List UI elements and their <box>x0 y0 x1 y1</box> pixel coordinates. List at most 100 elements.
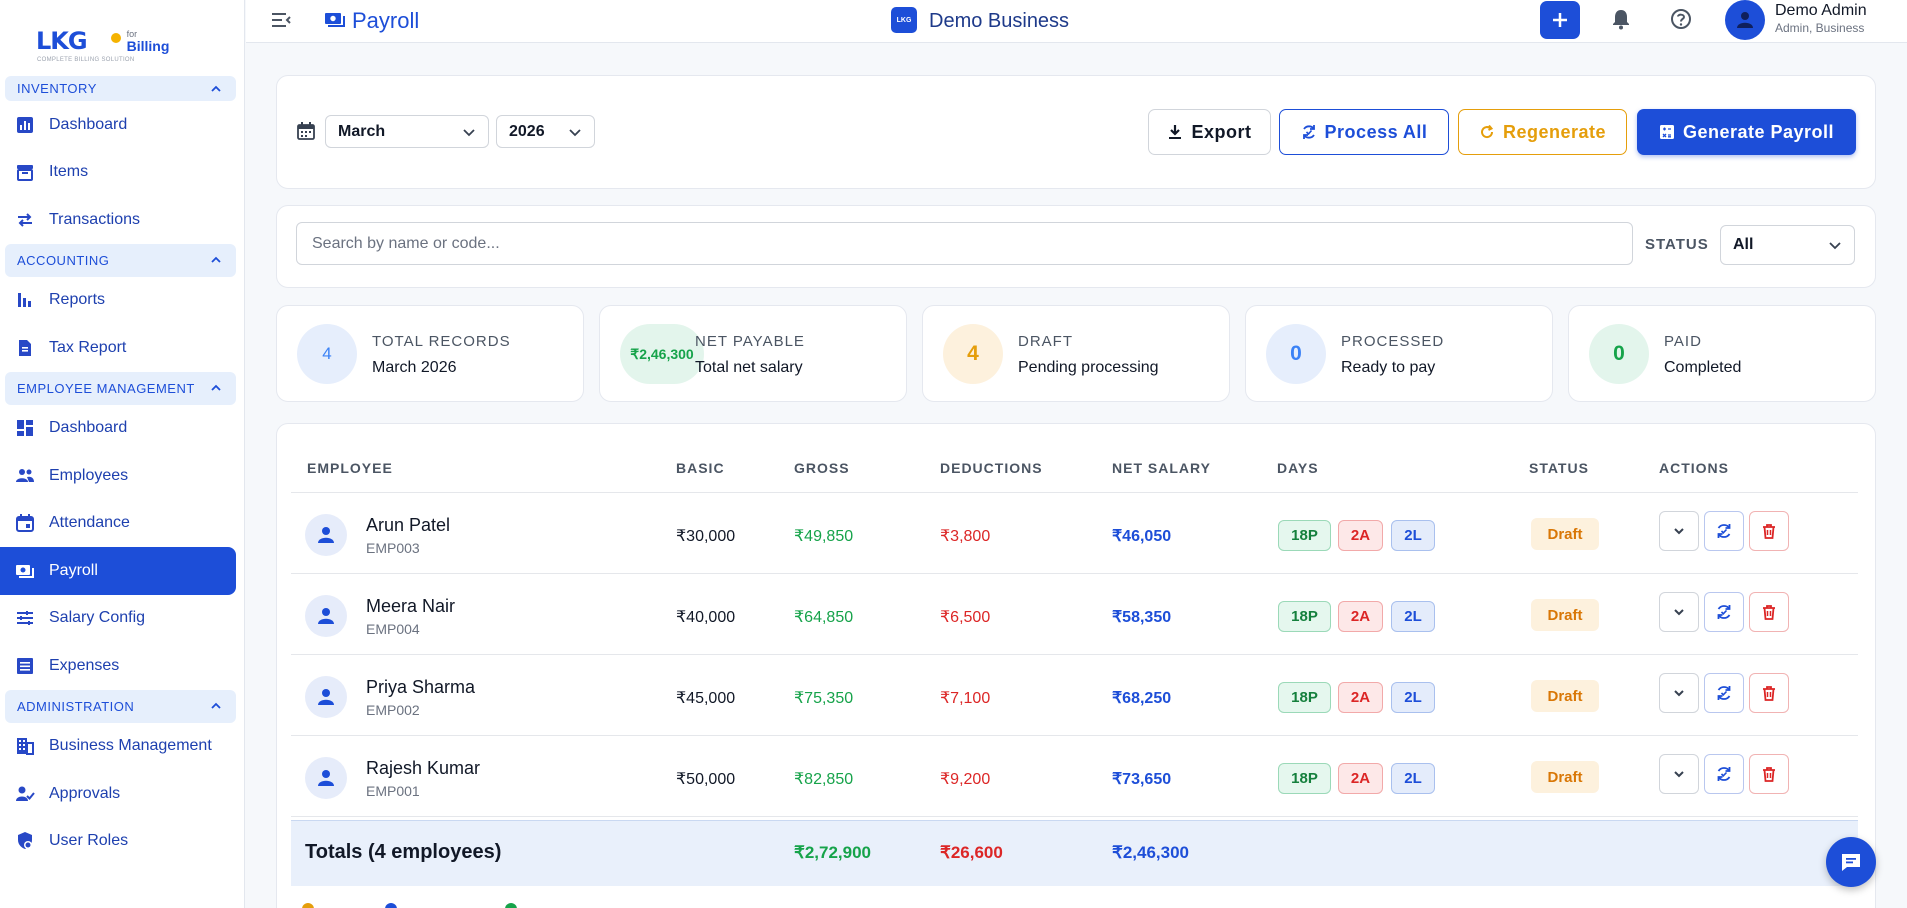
totals-net: ₹2,46,300 <box>1112 843 1189 862</box>
bar-chart-icon <box>18 293 31 308</box>
employee-name[interactable]: Priya Sharma <box>366 677 475 698</box>
export-button[interactable]: Export <box>1148 109 1271 155</box>
user-icon <box>318 689 334 705</box>
sidebar-item-expenses[interactable]: Expenses <box>0 642 236 690</box>
stat-label: TOTAL RECORDS <box>372 333 511 350</box>
list-icon <box>17 657 33 674</box>
logo[interactable]: LKG for Billing COMPLETE BILLING SOLUTIO… <box>0 0 244 82</box>
search-input[interactable] <box>296 222 1633 265</box>
delete-button[interactable] <box>1749 754 1789 794</box>
delete-button[interactable] <box>1749 511 1789 551</box>
sidebar-item-employee-dashboard[interactable]: Dashboard <box>0 405 236 453</box>
user-name[interactable]: Demo Admin <box>1775 2 1867 20</box>
status-badge: Draft <box>1531 599 1599 631</box>
sidebar-item-payroll[interactable]: Payroll <box>0 547 236 595</box>
table-row[interactable]: Priya Sharma EMP002 ₹45,000 ₹75,350 ₹7,1… <box>291 655 1858 736</box>
add-button[interactable] <box>1540 1 1580 39</box>
process-icon <box>1717 767 1731 781</box>
bell-icon[interactable] <box>1610 8 1632 30</box>
month-select[interactable]: March <box>325 115 489 148</box>
download-icon <box>1169 125 1182 139</box>
employee-code: EMP002 <box>366 702 420 718</box>
document-icon <box>19 339 31 356</box>
sidebar-item-tax-report[interactable]: Tax Report <box>0 324 236 372</box>
chevron-up-icon <box>211 85 221 92</box>
sidebar-item-label: Tax Report <box>49 338 127 356</box>
chat-button[interactable] <box>1826 837 1876 887</box>
expand-button[interactable] <box>1659 754 1699 794</box>
col-header-basic[interactable]: BASIC <box>676 460 725 476</box>
building-icon <box>17 738 34 756</box>
section-label: EMPLOYEE MANAGEMENT <box>17 380 195 396</box>
process-button[interactable] <box>1704 511 1744 551</box>
people-icon <box>16 468 34 482</box>
process-button[interactable] <box>1704 673 1744 713</box>
user-role: Admin, Business <box>1775 21 1865 35</box>
expand-button[interactable] <box>1659 592 1699 632</box>
process-all-button[interactable]: Process All <box>1279 109 1449 155</box>
col-header-actions: ACTIONS <box>1659 460 1729 476</box>
sidebar-item-employees[interactable]: Employees <box>0 452 236 500</box>
avatar[interactable] <box>1725 0 1765 40</box>
section-accounting[interactable]: ACCOUNTING <box>5 243 236 277</box>
business-name[interactable]: Demo Business <box>929 10 1069 33</box>
year-select[interactable]: 2026 <box>496 115 595 148</box>
section-employee-management[interactable]: EMPLOYEE MANAGEMENT <box>5 371 236 405</box>
sidebar-item-approvals[interactable]: Approvals <box>0 770 236 818</box>
sidebar-item-items[interactable]: Items <box>0 149 236 197</box>
delete-button[interactable] <box>1749 673 1789 713</box>
totals-deductions: ₹26,600 <box>940 843 1003 862</box>
legend-dot-processed <box>385 903 397 908</box>
basic-cell: ₹40,000 <box>676 609 736 626</box>
help-icon[interactable] <box>1670 8 1692 30</box>
sidebar-item-salary-config[interactable]: Salary Config <box>0 595 236 643</box>
absent-badge: 2A <box>1338 763 1383 794</box>
stat-value: 0 <box>1589 324 1649 384</box>
sidebar-item-user-roles[interactable]: User Roles <box>0 818 236 866</box>
employee-name[interactable]: Rajesh Kumar <box>366 758 480 779</box>
stat-value: 0 <box>1266 324 1326 384</box>
totals-label: Totals (4 employees) <box>305 841 502 863</box>
basic-cell: ₹50,000 <box>676 771 736 788</box>
table-row[interactable]: Meera Nair EMP004 ₹40,000 ₹64,850 ₹6,500… <box>291 574 1858 655</box>
process-button[interactable] <box>1704 592 1744 632</box>
employee-name[interactable]: Arun Patel <box>366 515 450 536</box>
col-header-gross[interactable]: GROSS <box>794 460 850 476</box>
expand-button[interactable] <box>1659 511 1699 551</box>
process-icon <box>1717 686 1731 700</box>
delete-button[interactable] <box>1749 592 1789 632</box>
chat-icon <box>1842 854 1860 871</box>
process-button[interactable] <box>1704 754 1744 794</box>
deductions-cell: ₹9,200 <box>940 771 991 788</box>
table-row[interactable]: Rajesh Kumar EMP001 ₹50,000 ₹82,850 ₹9,2… <box>291 736 1858 817</box>
nav-groups: INVENTORY Dashboard Items Transactions A… <box>0 76 244 865</box>
chevron-up-icon <box>211 702 221 709</box>
section-administration[interactable]: ADMINISTRATION <box>5 689 236 723</box>
sidebar-item-inventory-dashboard[interactable]: Dashboard <box>0 101 236 149</box>
net-salary-cell: ₹68,250 <box>1112 690 1172 707</box>
col-header-employee[interactable]: EMPLOYEE <box>307 460 393 476</box>
avatar <box>305 757 347 799</box>
menu-collapse-icon[interactable] <box>270 10 292 30</box>
logo-dot <box>110 33 121 43</box>
sidebar-item-attendance[interactable]: Attendance <box>0 500 236 548</box>
basic-cell: ₹45,000 <box>676 690 736 707</box>
generate-payroll-button[interactable]: Generate Payroll <box>1637 109 1856 155</box>
process-all-label: Process All <box>1324 121 1428 142</box>
sidebar-item-reports[interactable]: Reports <box>0 277 236 325</box>
sidebar-item-business-management[interactable]: Business Management <box>0 723 236 771</box>
section-inventory[interactable]: INVENTORY <box>5 76 236 101</box>
export-label: Export <box>1191 121 1252 142</box>
user-icon <box>318 527 334 543</box>
col-header-deductions[interactable]: DEDUCTIONS <box>940 460 1043 476</box>
chevron-down-icon <box>569 128 581 136</box>
table-row[interactable]: Arun Patel EMP003 ₹30,000 ₹49,850 ₹3,800… <box>291 493 1858 574</box>
sidebar-item-transactions[interactable]: Transactions <box>0 196 236 244</box>
employee-name[interactable]: Meera Nair <box>366 596 455 617</box>
col-header-net-salary[interactable]: NET SALARY <box>1112 460 1211 476</box>
leave-badge: 2L <box>1391 682 1435 713</box>
status-select[interactable]: All <box>1720 225 1855 265</box>
calendar-icon <box>297 122 315 140</box>
regenerate-button[interactable]: Regenerate <box>1458 109 1627 155</box>
expand-button[interactable] <box>1659 673 1699 713</box>
